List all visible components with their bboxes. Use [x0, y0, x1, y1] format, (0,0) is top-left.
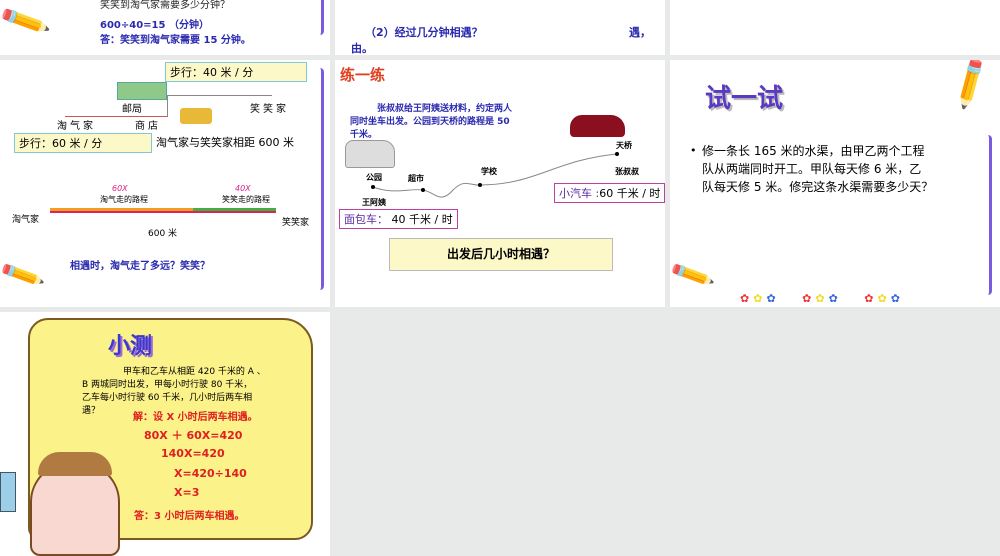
- place-label: 超市: [408, 174, 424, 183]
- slide-thumbnail-5[interactable]: 练一练 张叔叔给王阿姨送材料，约定两人 同时坐车出发。公园到天桥的路程是 50 …: [335, 60, 665, 307]
- pig-explorer-image: [30, 462, 120, 556]
- pencils-icon: ✏️: [0, 251, 48, 300]
- value: 60 千米 / 时: [599, 187, 661, 200]
- problem-text: 乙车每小时行驶 60 千米，几小时后两车相: [82, 393, 253, 403]
- route-line: [167, 95, 168, 117]
- slide-text: 笑笑到淘气家需要多少分钟？: [100, 0, 230, 11]
- slide-text: 答：笑笑到淘气家需要 15 分钟。: [100, 35, 251, 46]
- pencils-icon: ✏️: [0, 0, 53, 50]
- place-label: 笑笑家: [250, 104, 289, 115]
- pencils-icon: ✏️: [670, 251, 718, 300]
- endpoint-label: 笑笑家: [282, 218, 310, 228]
- speed-label-taoqi: 步行：60 米 / 分: [14, 133, 152, 153]
- value: 40 千米 / 时: [391, 213, 453, 226]
- solution-line: 解：设 X 小时后两车相遇。: [133, 412, 258, 423]
- solution-line: X=420÷140: [174, 467, 247, 480]
- slide-title: 试一试: [705, 84, 784, 114]
- place-label: 学校: [481, 167, 497, 176]
- slide-thumbnail-7[interactable]: 小测 甲车和乙车从相距 420 千米的 A 、 B 两城同时出发，甲每小时行驶 …: [0, 312, 330, 556]
- question-banner: 出发后几小时相遇？: [389, 238, 613, 271]
- slide-thumbnail-3[interactable]: [670, 0, 1000, 55]
- distance-text: 淘气家与笑笑家相距 600 米: [156, 136, 294, 149]
- segment-label: 淘气走的路程: [100, 195, 148, 204]
- place-label: 淘气家: [57, 121, 96, 132]
- slide-thumbnail-6[interactable]: 试一试 • 修一条长 165 米的水渠，由甲乙两个工程 队从两端同时开工。甲队每…: [670, 60, 1000, 307]
- wave-decoration: [316, 68, 324, 290]
- place-label: 商店: [135, 121, 161, 132]
- segment-label: 40X: [235, 184, 251, 193]
- place-label: 公园: [366, 173, 382, 182]
- problem-text: 队从两端同时开工。甲队每天修 6 米，乙: [702, 162, 922, 176]
- xiaoxiao-segment-bar: [193, 208, 276, 213]
- problem-text: 队每天修 5 米。修完这条水渠需要多少天？: [702, 180, 934, 194]
- endpoint-label: 淘气家: [12, 215, 40, 225]
- solution-line: 答：3 小时后两车相遇。: [134, 511, 245, 522]
- solution-line: X=3: [174, 486, 200, 499]
- problem-text: B 两城同时出发，甲每小时行驶 80 千米，: [82, 380, 253, 390]
- slide-text: 由。: [351, 42, 373, 55]
- segment-label: 笑笑走的路程: [222, 195, 270, 204]
- bullet: •: [690, 144, 697, 157]
- place-label: 天桥: [616, 141, 632, 150]
- wave-decoration: [316, 0, 324, 35]
- bus-speed-label: 面包车： 40 千米 / 时: [339, 209, 458, 229]
- taoqi-segment-bar: [50, 208, 193, 213]
- place-label: 王阿姨: [362, 198, 386, 207]
- slide-thumbnail-1[interactable]: ✏️ 笑笑到淘气家需要多少分钟？ 600÷40=15 （分钟） 答：笑笑到淘气家…: [0, 0, 330, 55]
- problem-text: 甲车和乙车从相距 420 千米的 A 、: [123, 367, 266, 377]
- slide-text: 600÷40=15 （分钟）: [100, 20, 209, 31]
- segment-label: 60X: [112, 184, 128, 193]
- total-distance: 600 米: [148, 229, 178, 239]
- question-text: 相遇时，淘气走了多远？笑笑？: [70, 261, 210, 272]
- route-line: [167, 95, 272, 96]
- problem-text: 遇？: [82, 406, 101, 416]
- slide-text: （2）经过几分钟相遇？: [365, 26, 483, 39]
- solution-line: 80X ＋ 60X=420: [144, 429, 243, 442]
- car-speed-label: 小汽车 :60 千米 / 时: [554, 183, 665, 203]
- problem-text: 修一条长 165 米的水渠，由甲乙两个工程: [702, 144, 925, 158]
- slide-text: 遇，: [629, 26, 651, 39]
- place-label: 张叔叔: [615, 167, 639, 176]
- slide-title: 小测: [108, 334, 153, 359]
- solution-line: 140X=420: [161, 447, 225, 460]
- shop-image: [180, 108, 212, 124]
- flashlight-image: [0, 472, 16, 512]
- wave-decoration: [984, 135, 992, 295]
- label: 面包车：: [344, 213, 388, 226]
- pencil-icon: ✏️: [941, 60, 999, 113]
- flowers-decoration: ✿✿✿ ✿✿✿ ✿✿✿: [740, 292, 904, 305]
- post-office-image: [117, 82, 167, 100]
- place-label: 邮局: [122, 104, 142, 115]
- slide-thumbnail-4[interactable]: 步行：40 米 / 分 邮局 笑笑家 淘气家 商店 步行：60 米 / 分 淘气…: [0, 60, 330, 307]
- pig-hat: [38, 452, 112, 476]
- label: 小汽车 :: [559, 187, 600, 200]
- slide-thumbnail-2[interactable]: （2）经过几分钟相遇？ 遇， 由。: [335, 0, 665, 55]
- speed-label-xiaoxiao: 步行：40 米 / 分: [165, 62, 307, 82]
